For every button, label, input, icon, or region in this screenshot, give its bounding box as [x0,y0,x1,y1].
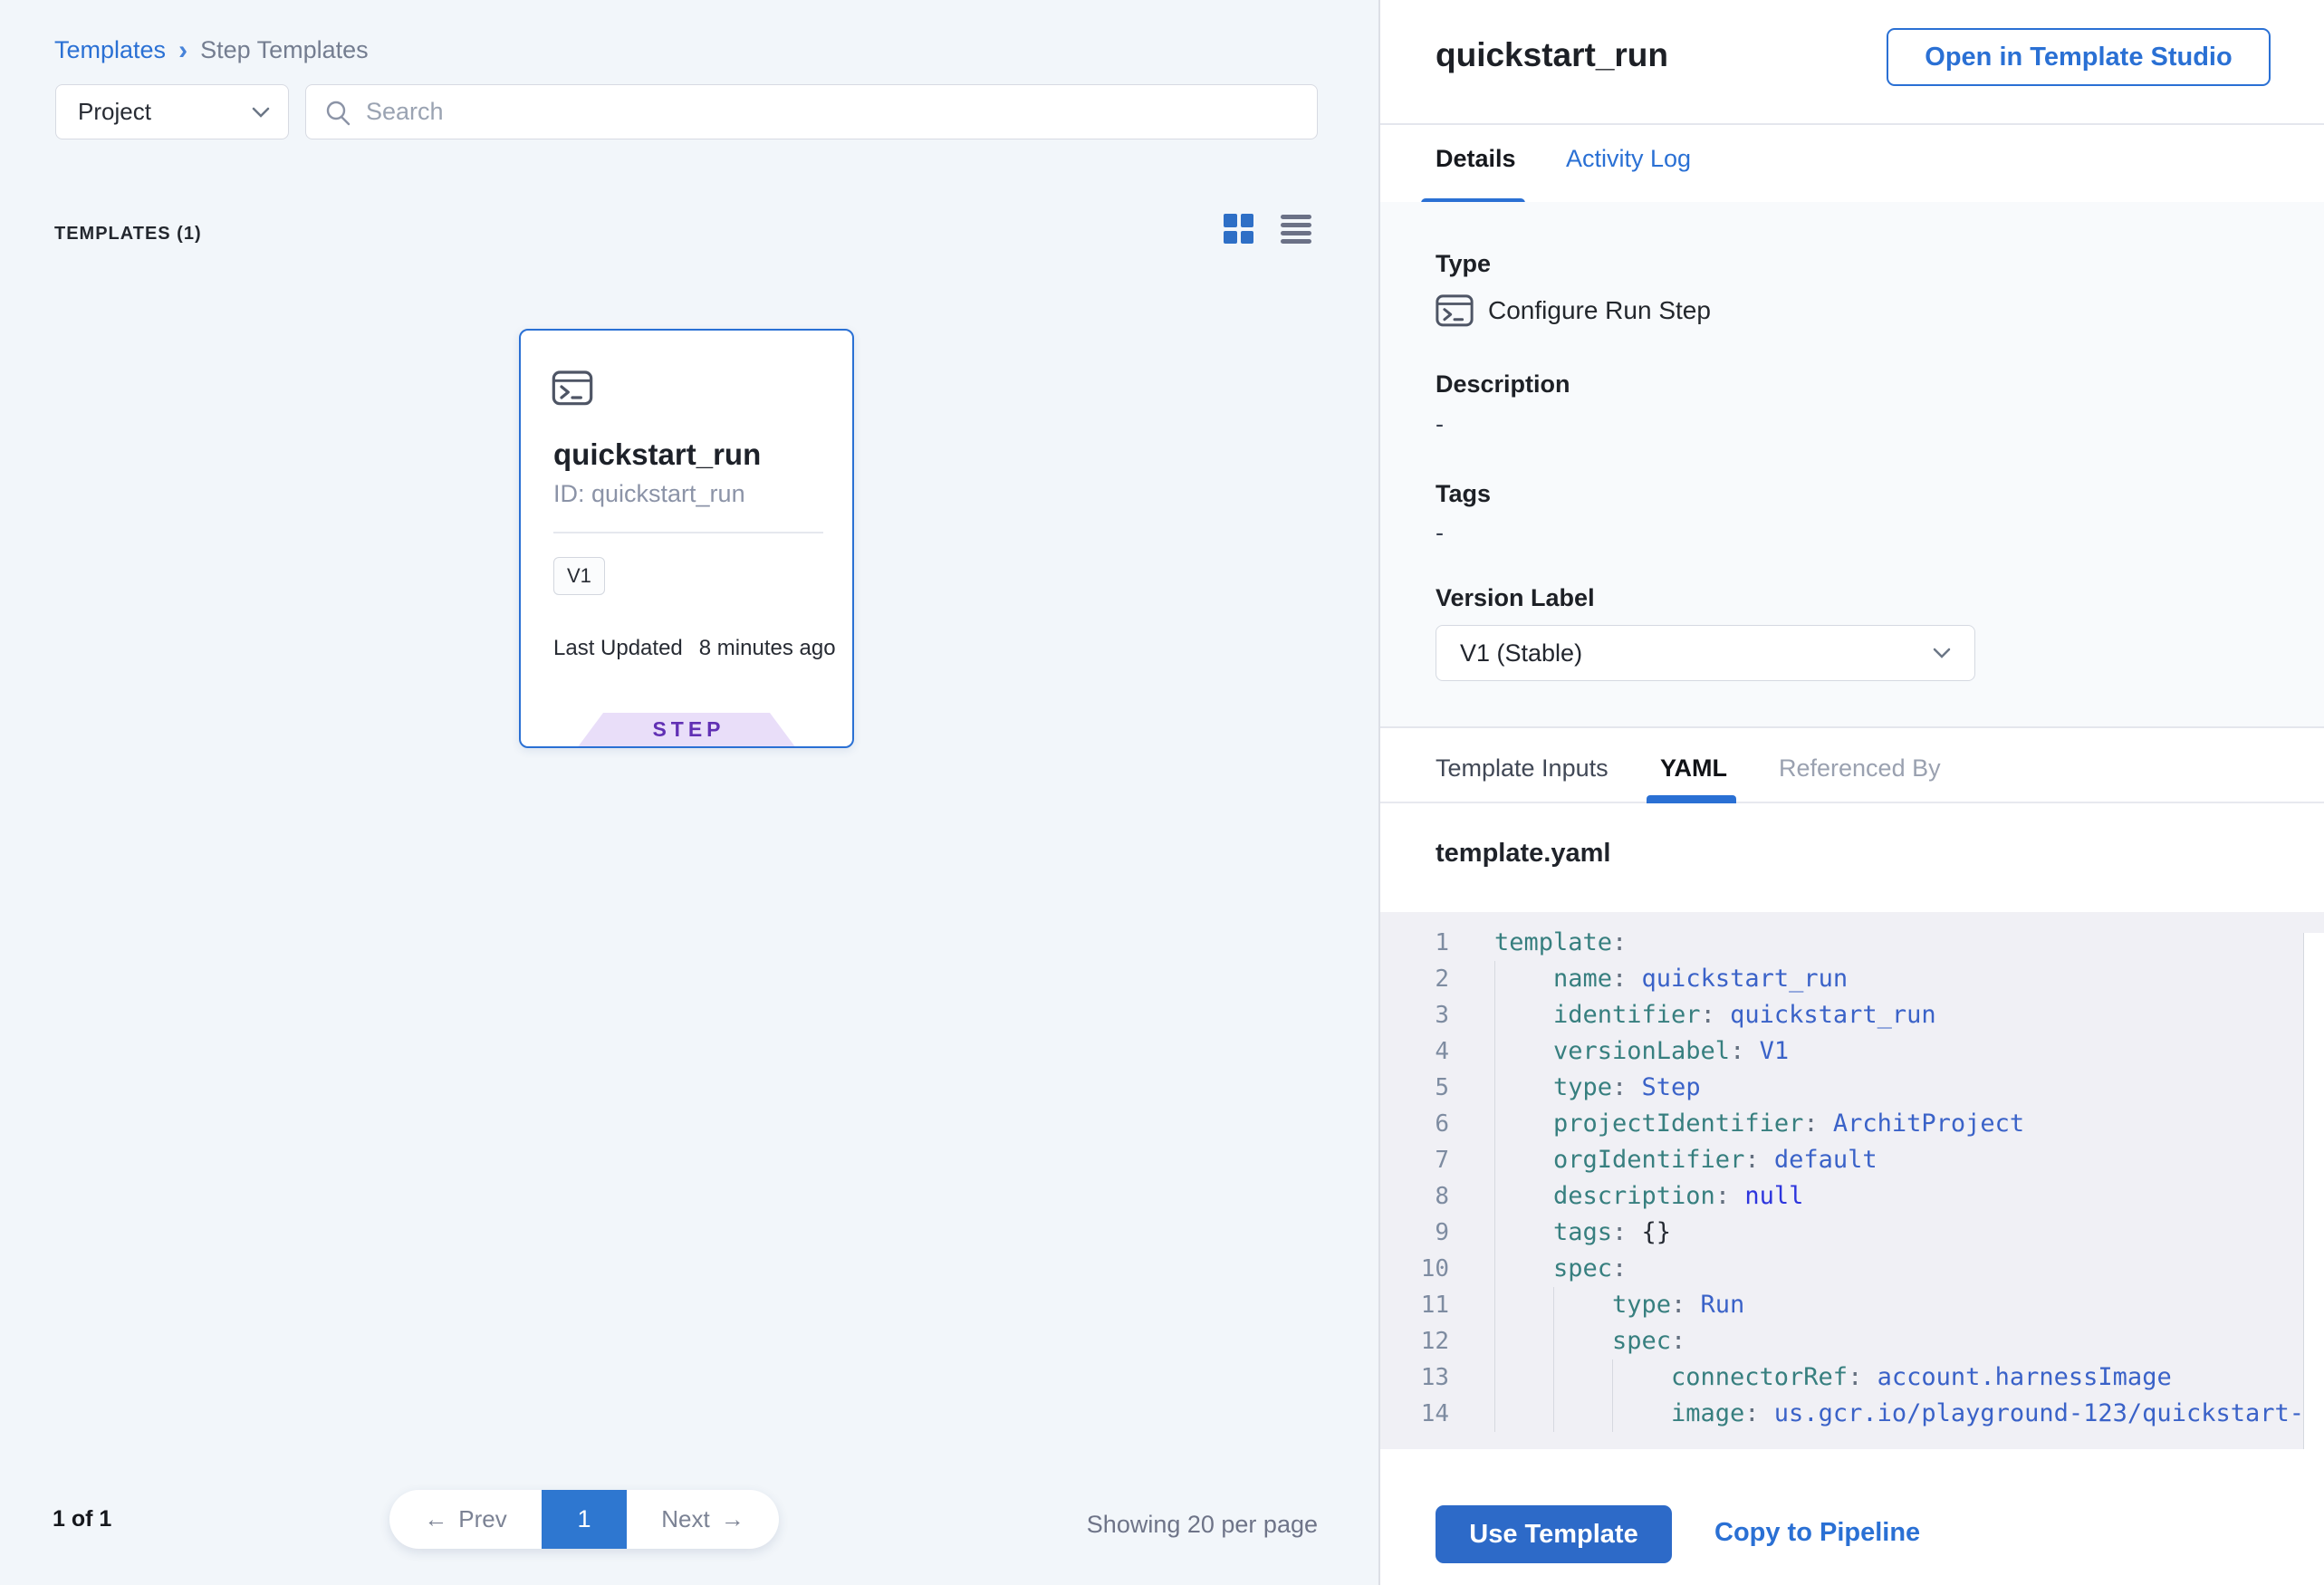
chevron-down-icon [1933,648,1951,658]
active-subtab-indicator [1647,795,1736,803]
code-line: 13connectorRef: account.harnessImage [1380,1359,2324,1396]
code-line: 1template: [1380,925,2324,961]
pagination: ← Prev 1 Next → [389,1490,779,1549]
next-page-button[interactable]: Next → [627,1490,779,1549]
version-dropdown[interactable]: V1 (Stable) [1436,625,1975,681]
open-in-template-studio-button[interactable]: Open in Template Studio [1887,28,2271,86]
code-line: 8description: null [1380,1178,2324,1215]
search-input[interactable] [364,97,1317,127]
version-dropdown-value: V1 (Stable) [1460,639,1582,668]
chevron-down-icon [252,107,270,118]
code-line: 3identifier: quickstart_run [1380,997,2324,1033]
breadcrumb-current: Step Templates [200,36,369,64]
code-line: 10spec: [1380,1251,2324,1287]
yaml-file-name: template.yaml [1436,839,1610,869]
tab-template-inputs[interactable]: Template Inputs [1436,754,1609,783]
tab-referenced-by[interactable]: Referenced By [1779,754,1941,783]
panel-title: quickstart_run [1436,36,1668,74]
code-line: 4versionLabel: V1 [1380,1033,2324,1070]
step-type-badge: STEP [579,713,795,746]
grid-view-icon[interactable] [1224,214,1253,244]
last-updated-row: Last Updated 8 minutes ago [553,636,836,661]
page-1-button[interactable]: 1 [542,1490,627,1549]
description-value: - [1436,410,1444,438]
type-value: Configure Run Step [1488,296,1711,325]
header-divider [1380,123,2324,125]
tab-details[interactable]: Details [1436,145,1516,173]
code-line: 12spec: [1380,1323,2324,1359]
next-label: Next [661,1505,709,1533]
details-bottom-divider [1380,726,2324,728]
per-page-text: Showing 20 per page [1087,1511,1318,1539]
subtab-divider [1380,802,2324,803]
tab-activity-log[interactable]: Activity Log [1566,145,1691,173]
breadcrumb-chevron-icon: › [178,38,187,62]
arrow-left-icon: ← [424,1505,447,1533]
copy-to-pipeline-link[interactable]: Copy to Pipeline [1714,1518,1920,1548]
card-divider [553,532,823,533]
terminal-icon [552,370,593,411]
search-icon [324,99,351,126]
last-updated-label: Last Updated [553,636,683,661]
code-line: 11type: Run [1380,1287,2324,1323]
page-summary: 1 of 1 [53,1506,111,1532]
card-id: ID: quickstart_run [553,480,745,508]
use-template-button[interactable]: Use Template [1436,1505,1672,1563]
code-line: 7orgIdentifier: default [1380,1142,2324,1178]
templates-count-header: TEMPLATES (1) [54,224,202,245]
code-line: 2name: quickstart_run [1380,961,2324,997]
version-label: Version Label [1436,584,1595,612]
type-label: Type [1436,250,1491,278]
template-card[interactable]: quickstart_run ID: quickstart_run V1 Las… [519,329,854,748]
arrow-right-icon: → [721,1505,744,1533]
code-line: 14image: us.gcr.io/playground-123/quicks… [1380,1396,2324,1432]
code-scrollbar[interactable] [2303,933,2324,1449]
card-title: quickstart_run [553,437,761,472]
type-value-row: Configure Run Step [1436,290,1711,331]
search-box [305,84,1318,139]
scope-dropdown[interactable]: Project [55,84,289,139]
breadcrumb: Templates › Step Templates [54,36,369,64]
code-line: 9tags: {} [1380,1215,2324,1251]
templates-list-panel: Templates › Step Templates Project TEMPL… [0,0,1378,1585]
yaml-code: 1template:2name: quickstart_run3identifi… [1380,912,2324,1449]
last-updated-value: 8 minutes ago [699,636,836,661]
list-view-icon[interactable] [1281,215,1311,244]
prev-page-button[interactable]: ← Prev [389,1490,542,1549]
version-badge: V1 [553,557,605,595]
tab-yaml[interactable]: YAML [1660,754,1727,783]
code-line: 5type: Step [1380,1070,2324,1106]
tags-value: - [1436,519,1444,547]
terminal-icon [1436,294,1474,328]
code-line: 6projectIdentifier: ArchitProject [1380,1106,2324,1142]
template-details-panel: quickstart_run Open in Template Studio D… [1380,0,2324,1585]
tags-label: Tags [1436,480,1491,508]
breadcrumb-templates-link[interactable]: Templates [54,36,166,64]
scope-dropdown-value: Project [78,98,151,126]
description-label: Description [1436,370,1570,399]
prev-label: Prev [458,1505,506,1533]
